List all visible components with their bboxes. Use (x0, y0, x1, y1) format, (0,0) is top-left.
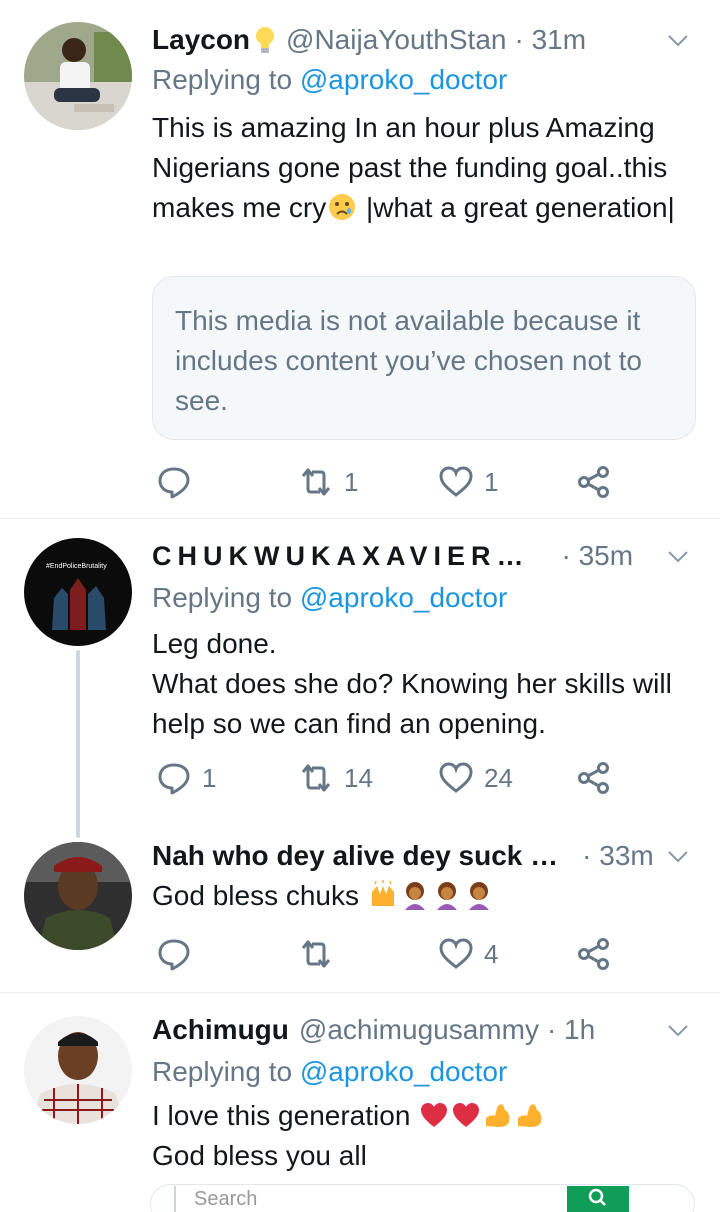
like-button[interactable]: 1 (438, 460, 498, 504)
user-handle[interactable]: @NaijaYouthStan (286, 20, 506, 60)
lightbulb-icon (254, 25, 276, 55)
timestamp[interactable]: · 1h (547, 1010, 595, 1050)
divider (0, 992, 720, 993)
like-icon (439, 938, 473, 969)
share-icon (578, 938, 609, 970)
avatar[interactable] (24, 1016, 132, 1124)
thread-line (76, 650, 80, 838)
display-name[interactable]: Achimugu (152, 1010, 289, 1050)
mention-link[interactable]: @aproko_doctor (300, 1056, 507, 1087)
flexed-biceps-emoji (486, 1104, 510, 1127)
timestamp[interactable]: · 35m (562, 536, 634, 576)
chevron-down-icon[interactable] (666, 544, 690, 568)
search-button[interactable] (567, 1186, 629, 1212)
like-icon (439, 762, 473, 793)
reply-button[interactable]: 1 (156, 756, 216, 800)
woman-facepalming-emoji (468, 882, 489, 910)
like-button[interactable]: 4 (438, 932, 498, 976)
mention-link[interactable]: @aproko_doctor (300, 582, 507, 613)
replying-to: Replying to @aproko_doctor (152, 1056, 508, 1087)
avatar-caption: #EndPoliceBrutality (46, 563, 107, 570)
retweet-icon (301, 764, 331, 792)
reply-icon (158, 763, 190, 795)
red-heart-emoji (421, 1103, 448, 1127)
reply-button[interactable] (156, 460, 202, 504)
reply-icon (158, 467, 190, 499)
red-heart-emoji (453, 1103, 480, 1127)
display-name[interactable]: Nah who dey alive dey suck … (152, 836, 558, 876)
replying-to: Replying to @aproko_doctor (152, 64, 508, 95)
retweet-button[interactable]: 14 (298, 756, 373, 800)
like-button[interactable]: 24 (438, 756, 513, 800)
share-icon (578, 466, 609, 498)
tweet-text: This is amazing In an hour plus Amazing … (152, 112, 675, 223)
reply-button[interactable] (156, 932, 202, 976)
chevron-down-icon[interactable] (666, 1018, 690, 1042)
share-button[interactable] (576, 756, 612, 800)
timestamp[interactable]: · 31m (514, 20, 586, 60)
tweet-text: I love this generation God bless you all (152, 1096, 712, 1176)
flexed-biceps-emoji (518, 1104, 542, 1127)
like-icon (439, 466, 473, 497)
share-button[interactable] (576, 932, 612, 976)
chevron-down-icon[interactable] (666, 28, 690, 52)
avatar[interactable] (24, 22, 132, 130)
mention-link[interactable]: @aproko_doctor (300, 64, 507, 95)
media-unavailable-notice: This media is not available because it i… (152, 276, 696, 440)
tweet-text: Leg done. What does she do? Knowing her … (152, 628, 672, 739)
retweet-icon (301, 468, 331, 496)
raising-hands-emoji (371, 880, 394, 906)
search-input[interactable] (174, 1186, 564, 1212)
replying-to: Replying to @aproko_doctor (152, 582, 508, 613)
display-name[interactable]: CHUKWUKAXAVIER… (152, 536, 530, 576)
retweet-icon (301, 940, 331, 968)
share-icon (578, 762, 609, 794)
timestamp[interactable]: · 33m (582, 836, 654, 876)
user-handle[interactable]: @achimugusammy (299, 1010, 539, 1050)
avatar[interactable] (24, 842, 132, 950)
woman-facepalming-emoji (436, 882, 457, 910)
retweet-button[interactable] (298, 932, 344, 976)
reply-icon (158, 939, 190, 971)
retweet-button[interactable]: 1 (298, 460, 358, 504)
search-icon (588, 1188, 606, 1206)
divider (0, 518, 720, 519)
tweet-text: God bless chuks (152, 876, 712, 916)
avatar[interactable]: #EndPoliceBrutality (24, 538, 132, 646)
chevron-down-icon[interactable] (666, 844, 690, 868)
display-name[interactable]: Laycon (152, 20, 250, 60)
woman-facepalming-emoji (404, 882, 425, 910)
share-button[interactable] (576, 460, 612, 504)
crying-face-emoji (329, 194, 356, 220)
